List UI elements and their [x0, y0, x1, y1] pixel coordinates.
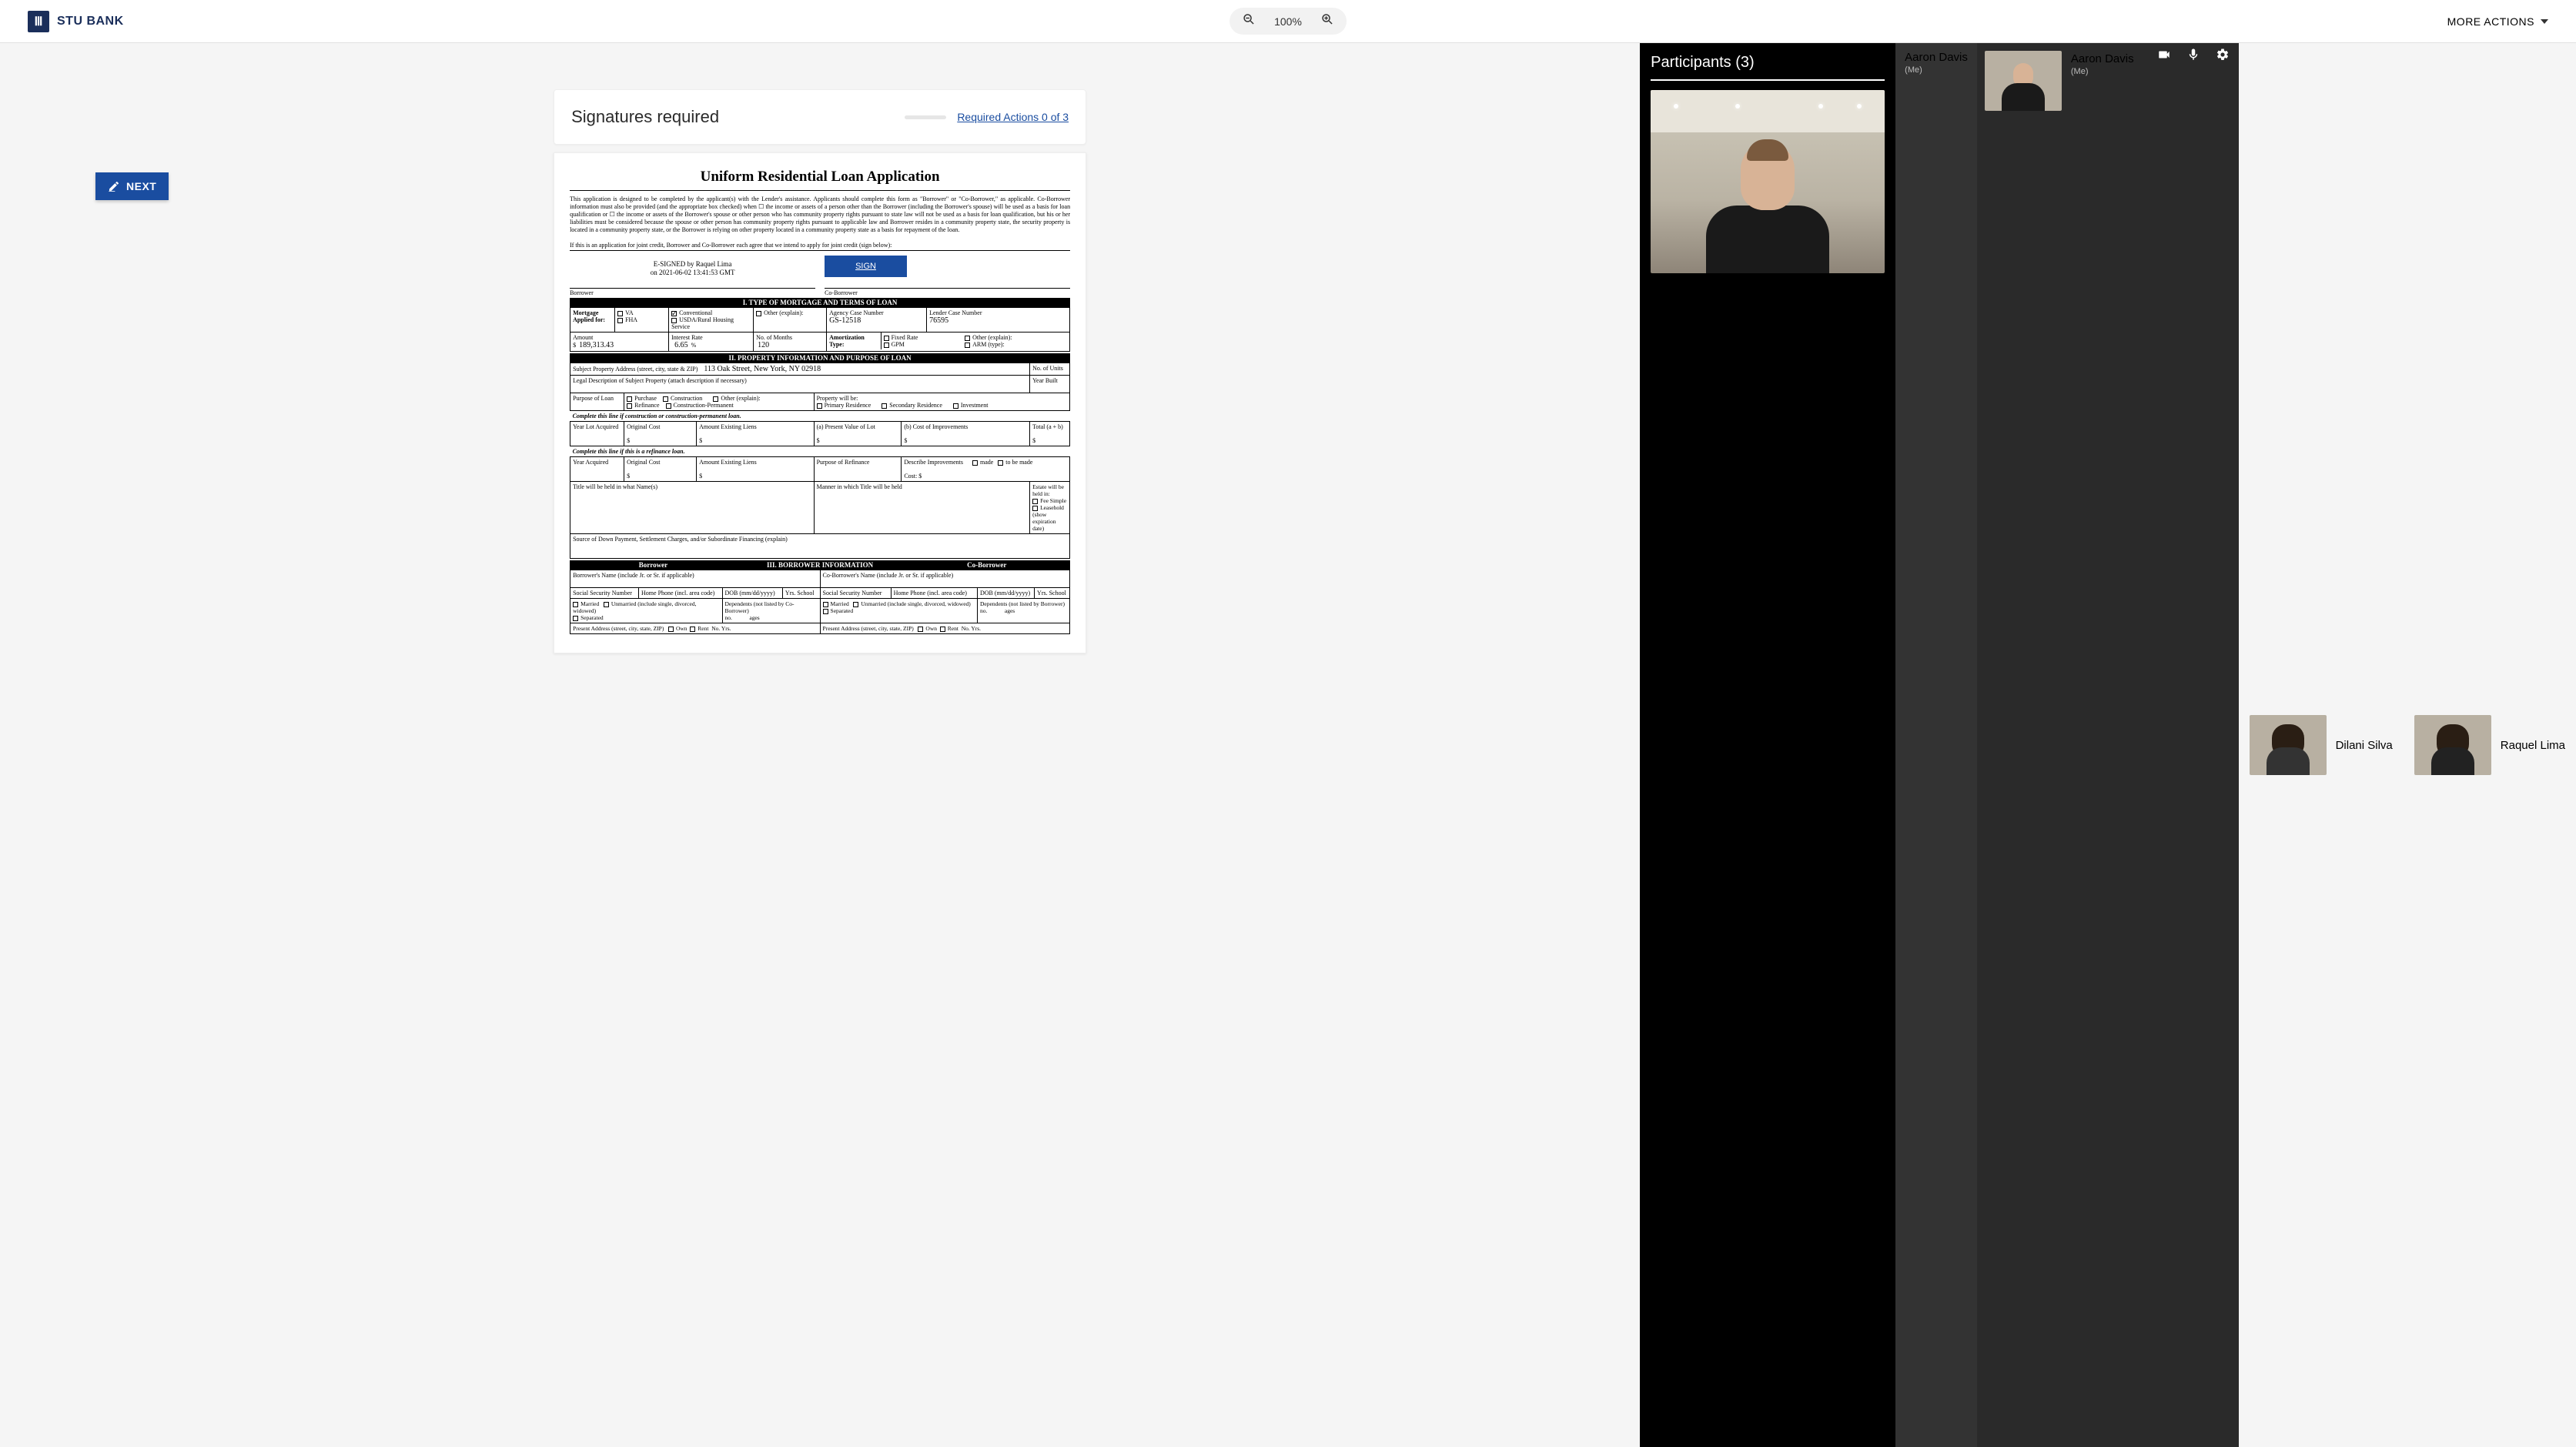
property-table: Subject Property Address (street, city, … [570, 363, 1070, 559]
zoom-control: 100% [1229, 8, 1347, 35]
document-page: Uniform Residential Loan Application Thi… [554, 152, 1086, 653]
next-label: NEXT [126, 180, 156, 192]
participant-name: Aaron Davis [2071, 52, 2134, 65]
zoom-level: 100% [1274, 15, 1302, 28]
participant-self-row[interactable]: Aaron Davis (Me) [1977, 43, 2142, 1447]
pencil-icon [108, 180, 120, 192]
rate-value: 6.65 [674, 341, 688, 349]
main-video-feed[interactable] [1651, 90, 1885, 273]
agency-case-value: GS-12518 [829, 316, 861, 325]
participant-row[interactable]: Raquel Lima [2404, 43, 2576, 1447]
video-thumbnail [1985, 51, 2062, 111]
main-video-caption: Aaron Davis (Me) [1895, 43, 1977, 1447]
participant-name: Raquel Lima [2501, 739, 2565, 752]
required-actions-link[interactable]: Required Actions 0 of 3 [957, 111, 1069, 123]
more-actions-menu[interactable]: MORE ACTIONS [2447, 15, 2548, 28]
brand-name: STU BANK [57, 15, 124, 28]
property-address: 113 Oak Street, New York, NY 02918 [704, 365, 821, 373]
video-thumbnail [2414, 715, 2491, 775]
signatures-title: Signatures required [571, 107, 719, 127]
progress-bar [905, 115, 946, 119]
document-viewport[interactable]: NEXT Signatures required Required Action… [0, 43, 1640, 1447]
sign-button[interactable]: SIGN [825, 256, 907, 277]
participants-heading: Participants (3) [1651, 54, 1885, 72]
participants-panel: Participants (3) [1640, 43, 1895, 1447]
participant-me-label: (Me) [1905, 65, 1968, 75]
next-button[interactable]: NEXT [95, 172, 169, 200]
camera-icon[interactable] [2157, 48, 2171, 1439]
signatures-card: Signatures required Required Actions 0 o… [554, 89, 1086, 145]
coborrower-sig-line: Co-Borrower [825, 288, 1070, 296]
esigned-stamp: E-SIGNED by Raquel Lima on 2021-06-02 13… [570, 260, 815, 277]
video-thumbnail [2250, 715, 2327, 775]
participant-name: Dilani Silva [2336, 739, 2393, 752]
intro-text: This application is designed to be compl… [570, 195, 1070, 234]
section-1-bar: I. TYPE OF MORTGAGE AND TERMS OF LOAN [570, 298, 1070, 307]
media-controls [2142, 43, 2239, 1447]
participant-row[interactable]: Dilani Silva [2239, 43, 2404, 1447]
microphone-icon[interactable] [2186, 48, 2200, 1439]
lender-case-value: 76595 [929, 316, 948, 325]
borrower-sig-line: Borrower [570, 288, 815, 296]
logo-icon: Ⅲ [28, 11, 49, 32]
doc-title: Uniform Residential Loan Application [570, 169, 1070, 185]
brand-logo: Ⅲ STU BANK [28, 11, 124, 32]
mortgage-table: Mortgage Applied for: VAFHA Conventional… [570, 307, 1070, 352]
participant-me-label: (Me) [2071, 67, 2134, 76]
amount-value: 189,313.43 [579, 341, 614, 349]
zoom-in-icon[interactable] [1320, 12, 1334, 30]
settings-icon[interactable] [2216, 48, 2230, 1439]
section-2-bar: II. PROPERTY INFORMATION AND PURPOSE OF … [570, 353, 1070, 363]
participant-name: Aaron Davis [1905, 51, 1968, 64]
app-header: Ⅲ STU BANK 100% MORE ACTIONS [0, 0, 2576, 43]
zoom-out-icon[interactable] [1242, 12, 1256, 30]
months-value: 120 [758, 341, 769, 349]
more-actions-label: MORE ACTIONS [2447, 15, 2534, 28]
chevron-down-icon [2541, 19, 2548, 24]
joint-credit-text: If this is an application for joint cred… [570, 242, 1070, 251]
borrower-info-table: Borrower's Name (include Jr. or Sr. if a… [570, 570, 1070, 634]
section-3-bar: Borrower III. BORROWER INFORMATION Co-Bo… [570, 560, 1070, 570]
